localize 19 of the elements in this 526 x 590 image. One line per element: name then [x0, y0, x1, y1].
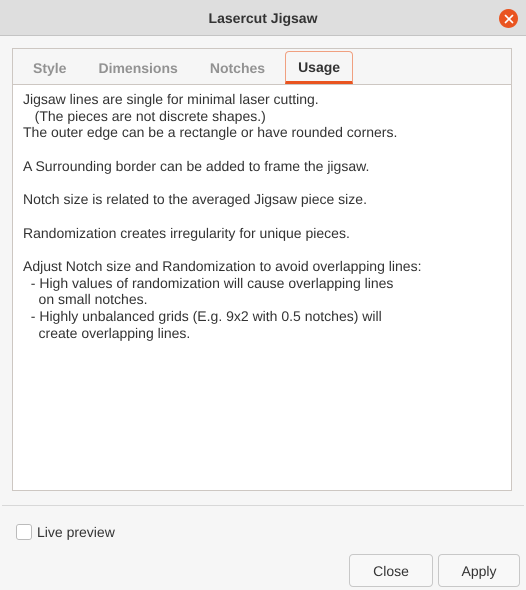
text-line: (The pieces are not discrete shapes.)	[34, 108, 267, 124]
close-button[interactable]	[499, 9, 518, 28]
text-line: The outer edge can be a rectangle or have rounded corners.	[23, 124, 398, 142]
text-line: create overlapping lines.	[38, 324, 192, 342]
checkbox-label: Live preview	[37, 524, 115, 540]
text-line: - Highly unbalanced grids (E.g. 9x2 with 0.5 notches) will	[30, 308, 383, 325]
close-icon	[504, 14, 514, 24]
text-line: A Surrounding border can be added to frame the jigsaw.	[23, 158, 370, 174]
text-line: Adjust Notch size and Randomization to avoid overlapping lines:	[23, 258, 422, 275]
dialog-button[interactable]: Close	[349, 554, 433, 587]
text-line: Jigsaw lines are single for minimal laser cutting.	[23, 91, 320, 108]
dialog-button[interactable]: Apply	[438, 554, 520, 587]
window-title: Lasercut Jigsaw	[208, 10, 318, 26]
tab[interactable]: Usage	[285, 51, 354, 84]
text-line: Randomization creates irregularity for unique pieces.	[23, 224, 351, 242]
text-line: - High values of randomization will cause overlapping lines	[30, 274, 394, 292]
text-line: on small notches.	[38, 291, 149, 308]
text-line: Notch size is related to the averaged Jigsaw piece size.	[23, 191, 368, 208]
checkbox[interactable]	[16, 524, 32, 540]
